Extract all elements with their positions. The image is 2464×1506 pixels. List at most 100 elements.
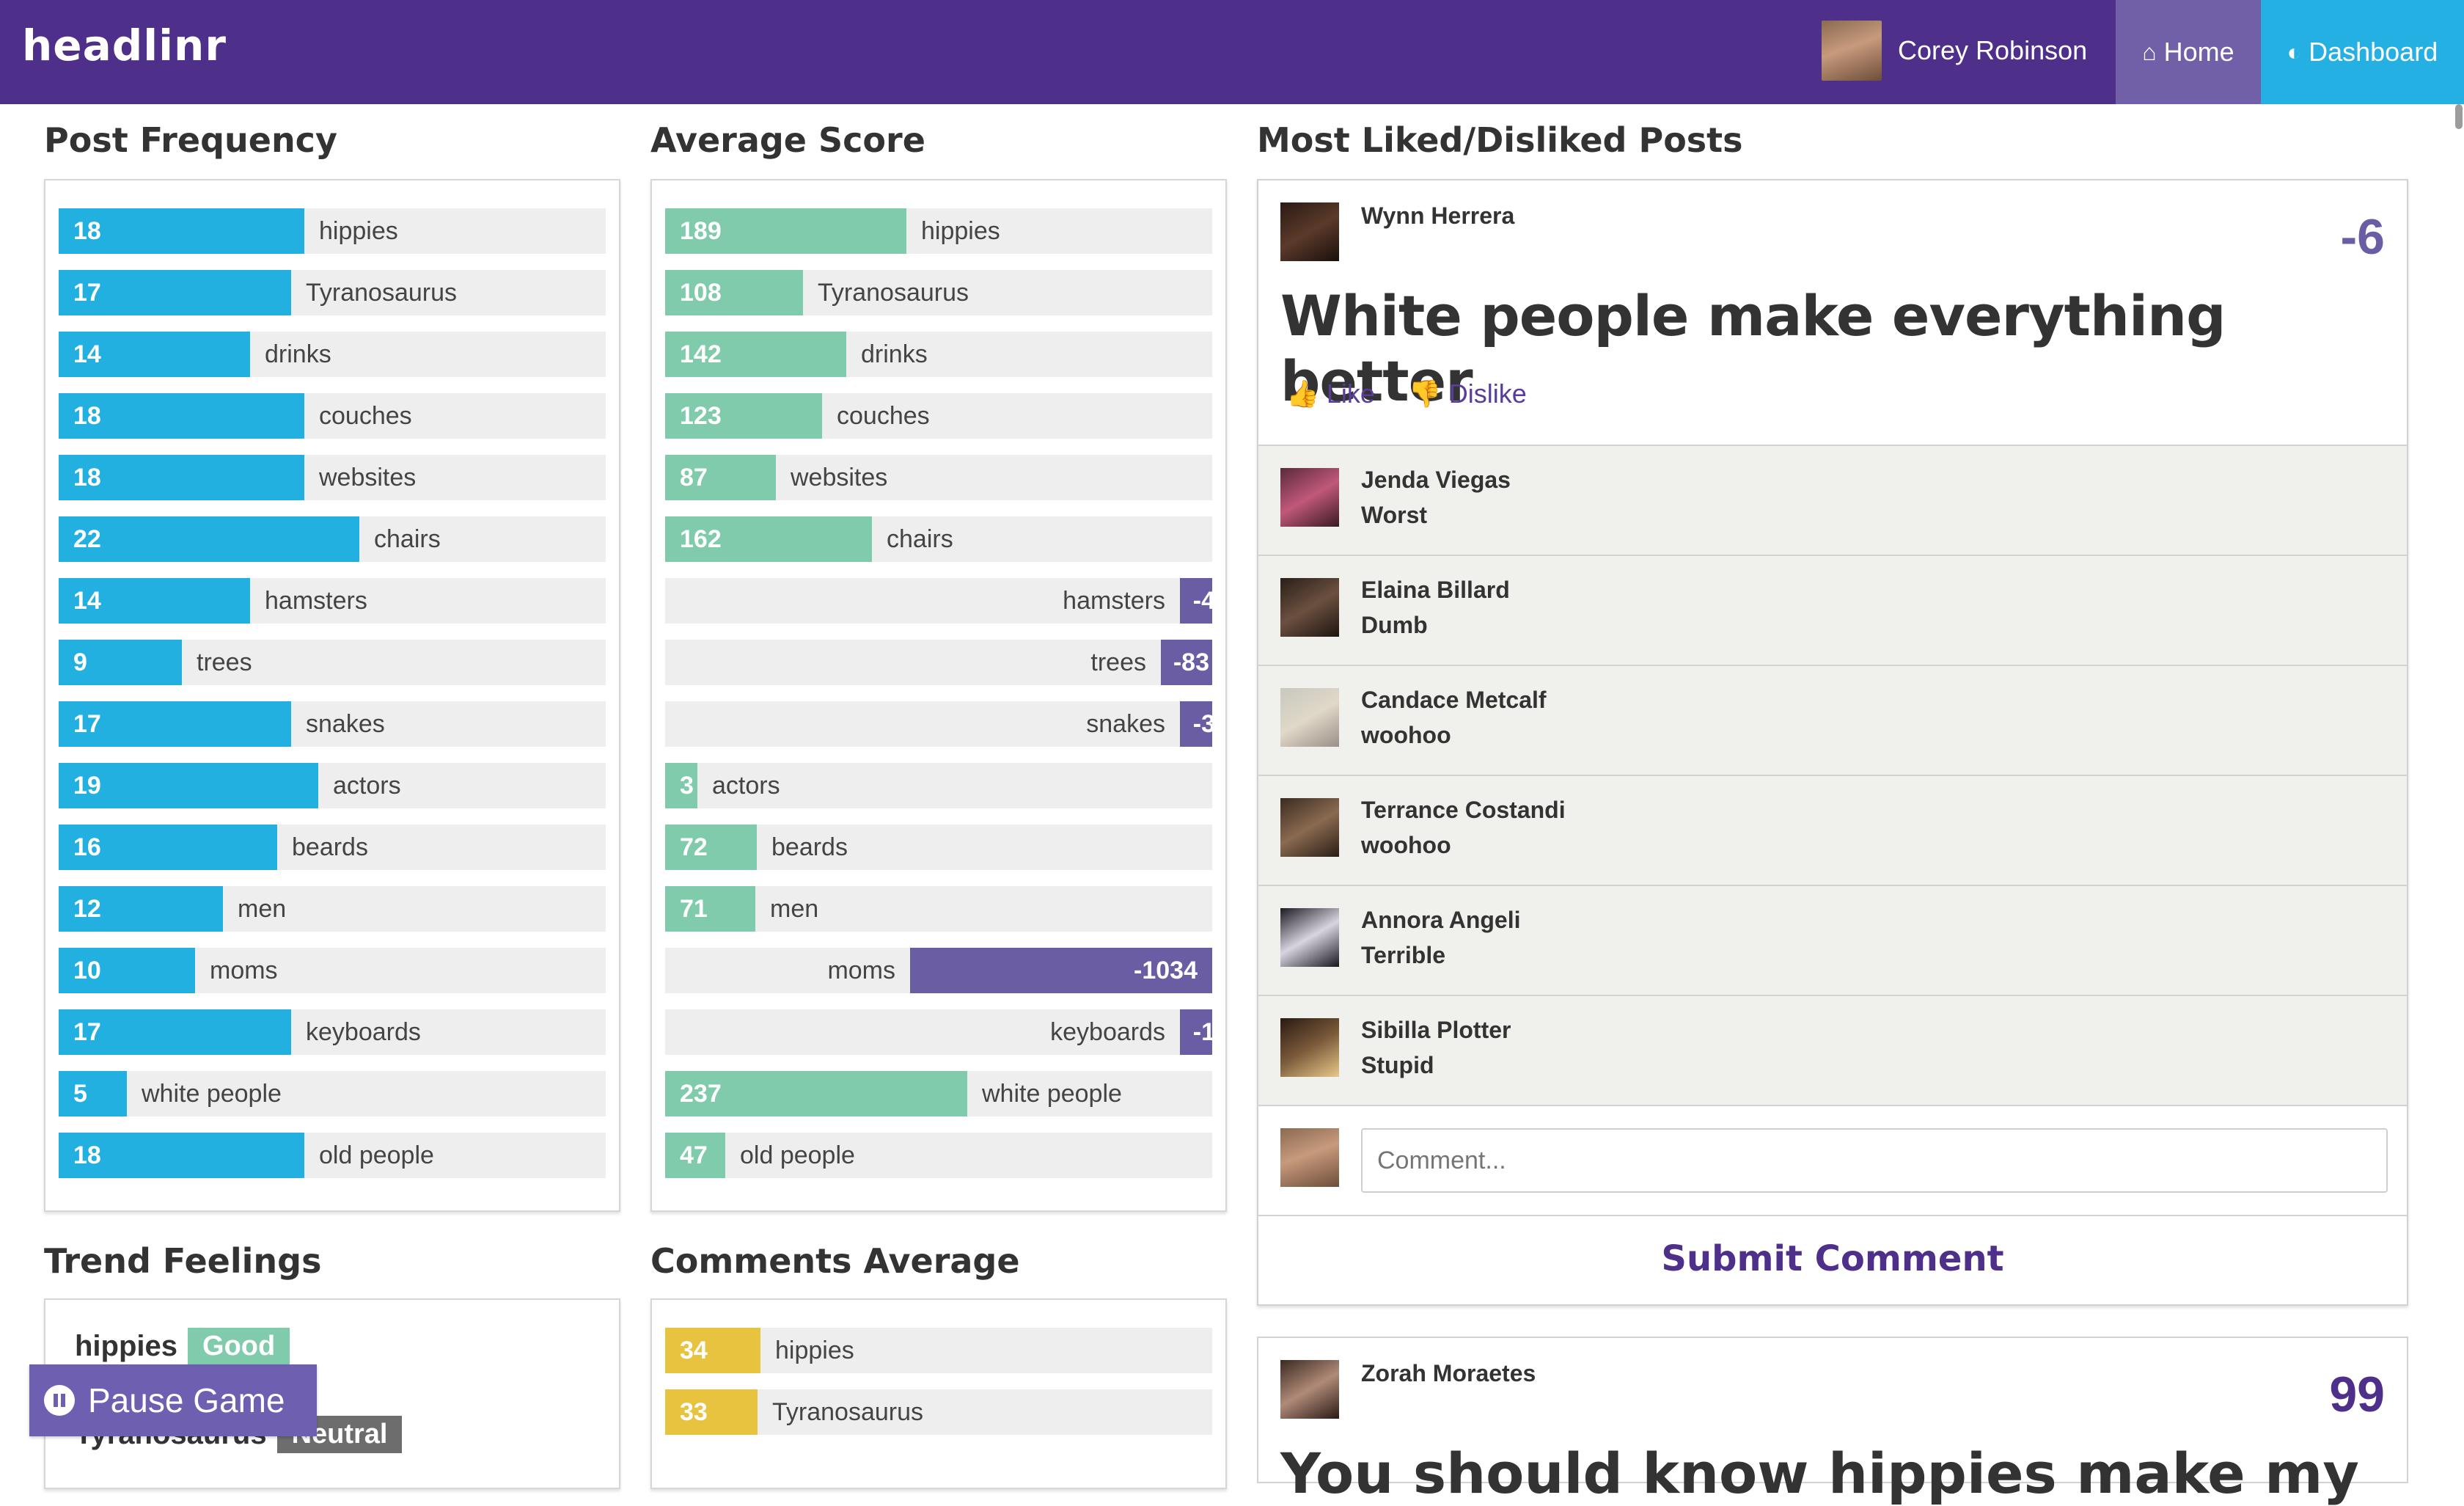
commenter-avatar bbox=[1280, 688, 1339, 747]
user-name: Corey Robinson bbox=[1898, 35, 2088, 65]
comment-text: Dumb bbox=[1361, 612, 1428, 638]
bar-label: snakes bbox=[1086, 710, 1165, 738]
commenter-name: Jenda Viegas bbox=[1361, 467, 1511, 493]
bar-value: 18 bbox=[73, 402, 101, 430]
thumbs-up-icon: 👍 bbox=[1286, 379, 1319, 409]
bar-label: drinks bbox=[265, 340, 331, 368]
bar-label: men bbox=[770, 895, 819, 923]
bar-value: 16 bbox=[73, 833, 101, 861]
page-scrollbar[interactable] bbox=[2455, 104, 2463, 129]
bar-value: 18 bbox=[73, 217, 101, 245]
post-frequency-title: Post Frequency bbox=[44, 120, 337, 160]
bar-label: keyboards bbox=[1050, 1018, 1165, 1046]
bar-row: 18 hippies bbox=[59, 208, 606, 254]
dislike-label: Dislike bbox=[1448, 379, 1527, 409]
bar-label: chairs bbox=[887, 525, 953, 553]
commenter-name: Terrance Costandi bbox=[1361, 797, 1566, 823]
like-button[interactable]: 👍 Like bbox=[1286, 379, 1375, 409]
bar-value: 108 bbox=[680, 279, 722, 307]
comment-text: woohoo bbox=[1361, 722, 1451, 748]
bar-label: hippies bbox=[775, 1337, 854, 1364]
comment-input[interactable] bbox=[1361, 1128, 2388, 1193]
dislike-button[interactable]: 👎 Dislike bbox=[1409, 379, 1527, 409]
bar-value: 189 bbox=[680, 217, 722, 245]
bar-value: 71 bbox=[680, 895, 708, 923]
bar-value: 9 bbox=[73, 648, 87, 676]
bar-value: -1034 bbox=[1134, 957, 1198, 984]
bar-row: 5 white people bbox=[59, 1071, 606, 1116]
comment-item: Terrance Costandi woohoo bbox=[1258, 775, 2407, 885]
bar-label: old people bbox=[319, 1141, 434, 1169]
bar-row: 12 men bbox=[59, 886, 606, 932]
bar-label: Tyranosaurus bbox=[818, 279, 969, 307]
brand-logo[interactable]: headlinr bbox=[22, 21, 227, 70]
commenter-avatar bbox=[1280, 908, 1339, 967]
user-menu[interactable]: Corey Robinson bbox=[1822, 21, 2087, 81]
post-author-name: Wynn Herrera bbox=[1361, 202, 1515, 229]
bar-value: 22 bbox=[73, 525, 101, 553]
bar-value: 123 bbox=[680, 402, 722, 430]
comments-average-panel: 34 hippies 33 Tyranosaurus bbox=[650, 1298, 1227, 1489]
pause-label: Pause Game bbox=[88, 1381, 285, 1419]
post-author-avatar bbox=[1280, 1360, 1339, 1419]
bar-row: 17 keyboards bbox=[59, 1009, 606, 1055]
bar-value: 237 bbox=[680, 1080, 722, 1108]
bar-row: 142 drinks bbox=[665, 332, 1212, 377]
bar-row: 34 hippies bbox=[665, 1328, 1212, 1373]
bar-value: 10 bbox=[73, 957, 101, 984]
thumbs-down-icon: 👎 bbox=[1408, 379, 1442, 409]
bar-value: 142 bbox=[680, 340, 722, 368]
pause-game-button[interactable]: Pause Game bbox=[29, 1364, 317, 1436]
bar-value: 87 bbox=[680, 464, 708, 491]
post-author-name: Zorah Moraetes bbox=[1361, 1360, 1536, 1386]
bar-row: 237 white people bbox=[665, 1071, 1212, 1116]
submit-comment-button[interactable]: Submit Comment bbox=[1258, 1215, 2407, 1301]
average-score-bars: 189 hippies 108 Tyranosaurus 142 drinks 123 cou… bbox=[665, 208, 1215, 1194]
user-avatar bbox=[1822, 21, 1882, 81]
comment-text: Worst bbox=[1361, 502, 1428, 528]
bar-value: 47 bbox=[680, 1141, 708, 1169]
bar-label: Tyranosaurus bbox=[772, 1398, 923, 1426]
bar-label: men bbox=[238, 895, 287, 923]
trend-label: hippies bbox=[75, 1330, 178, 1362]
bar-row: 14 drinks bbox=[59, 332, 606, 377]
commenter-avatar bbox=[1280, 578, 1339, 637]
bar-value: -83 bbox=[1173, 648, 1209, 676]
frequency-bar bbox=[59, 516, 359, 562]
bar-value: 17 bbox=[73, 710, 101, 738]
bar-label: beards bbox=[292, 833, 368, 861]
score-bar bbox=[665, 825, 757, 870]
average-score-title: Average Score bbox=[650, 120, 925, 160]
trend-feelings-title: Trend Feelings bbox=[44, 1241, 322, 1281]
post-author-avatar bbox=[1280, 202, 1339, 261]
bar-row: 3 actors bbox=[665, 763, 1212, 808]
bar-label: actors bbox=[333, 772, 401, 800]
nav-dashboard-link[interactable]: ◐ Dashboard bbox=[2261, 0, 2464, 104]
dashboard-icon: ◐ bbox=[2287, 38, 2302, 65]
bar-row: 19 actors bbox=[59, 763, 606, 808]
post-card: Zorah Moraetes 99 You should know hippie… bbox=[1257, 1337, 2408, 1506]
post-score: 99 bbox=[2329, 1367, 2385, 1422]
post-frequency-panel: 18 hippies 17 Tyranosaurus 14 drinks 18 couches… bbox=[44, 179, 620, 1212]
comment-item: Elaina Billard Dumb bbox=[1258, 555, 2407, 665]
comment-item: Annora Angeli Terrible bbox=[1258, 885, 2407, 995]
bar-row: 17 Tyranosaurus bbox=[59, 270, 606, 315]
comment-list: Jenda Viegas Worst Elaina Billard Dumb Canda… bbox=[1258, 445, 2407, 1105]
bar-row: 18 old people bbox=[59, 1133, 606, 1178]
nav-home-link[interactable]: ⌂ Home bbox=[2116, 0, 2261, 104]
bar-label: actors bbox=[712, 772, 780, 800]
comment-item: Candace Metcalf woohoo bbox=[1258, 665, 2407, 775]
bar-value: 18 bbox=[73, 464, 101, 491]
commenter-avatar bbox=[1280, 468, 1339, 527]
post-title: You should know hippies make my bbox=[1280, 1441, 2359, 1506]
bar-value: 72 bbox=[680, 833, 708, 861]
bar-value: -4 bbox=[1192, 587, 1215, 615]
like-label: Like bbox=[1326, 379, 1375, 409]
comments-bar bbox=[665, 1389, 758, 1435]
pause-icon bbox=[44, 1385, 75, 1416]
post-card: Wynn Herrera -6 White people make everyt… bbox=[1257, 179, 2408, 1306]
bar-label: snakes bbox=[306, 710, 385, 738]
commenter-avatar bbox=[1280, 1018, 1339, 1077]
bar-value: 162 bbox=[680, 525, 722, 553]
home-icon: ⌂ bbox=[2142, 38, 2157, 65]
